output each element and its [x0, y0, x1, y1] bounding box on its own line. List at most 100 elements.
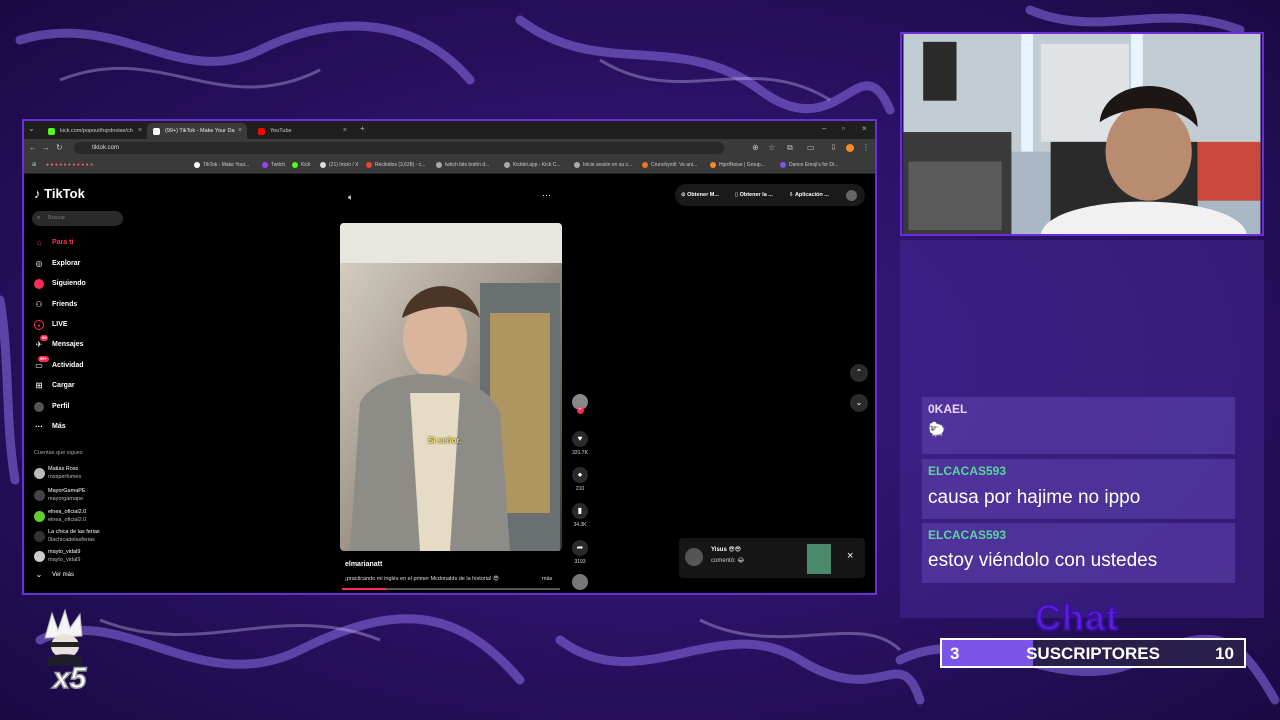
- extensions-icon[interactable]: ⧉: [787, 143, 793, 153]
- nav-live[interactable]: ● LIVE: [34, 318, 68, 332]
- nav-label: Siguiendo: [52, 280, 86, 287]
- desktop-app-button[interactable]: ⇩ Aplicación ...: [789, 188, 829, 202]
- video-progress-bar[interactable]: [342, 588, 560, 590]
- nav-para-ti[interactable]: ⌂ Para ti: [34, 236, 74, 250]
- save-button[interactable]: ▮ 34.3K: [570, 503, 590, 528]
- activity-icon: ▭: [35, 361, 43, 370]
- nav-mensajes[interactable]: ✈ 99 Mensajes: [34, 335, 84, 352]
- comment-icon: ●: [572, 467, 588, 483]
- bookmark-item[interactable]: Twitch: [262, 157, 285, 173]
- forward-icon[interactable]: →: [42, 143, 50, 152]
- new-tab-button[interactable]: +: [360, 124, 365, 133]
- next-video-button[interactable]: ⌄: [850, 394, 868, 412]
- video-options-icon[interactable]: ···: [542, 190, 551, 200]
- comment-notification[interactable]: Yisus 😎😎 comentó: 😂 ×: [679, 538, 865, 578]
- heart-icon: ♥: [572, 431, 588, 447]
- share-button[interactable]: ➦ 3193: [570, 540, 590, 565]
- back-icon[interactable]: ←: [29, 143, 37, 152]
- bookmark-star-icon[interactable]: ☆: [768, 143, 775, 152]
- creator-avatar[interactable]: +: [570, 394, 590, 414]
- close-tab-icon[interactable]: ×: [343, 123, 347, 139]
- account-handle: mayorgamape: [48, 496, 84, 502]
- like-button[interactable]: ♥ 331.7K: [570, 431, 590, 456]
- download-icon[interactable]: ⇩: [830, 143, 837, 152]
- close-window-button[interactable]: ×: [862, 124, 867, 133]
- button-label: Obtener la ...: [739, 192, 773, 198]
- account-name: La chica de las ferias: [48, 529, 100, 535]
- bookmark-item[interactable]: Inicie sesión en su c...: [574, 157, 632, 173]
- get-app-button[interactable]: ▯ Obtener la ...: [735, 188, 773, 202]
- tab-search-icon[interactable]: ⌄: [28, 124, 35, 133]
- messages-badge: 99: [40, 335, 49, 341]
- video-player[interactable]: [340, 223, 562, 551]
- activity-badge: 99+: [38, 356, 49, 362]
- kick-icon: [48, 128, 55, 135]
- nav-cargar[interactable]: ⊞ Cargar: [34, 379, 75, 393]
- bookmark-label: Kick: [301, 162, 311, 168]
- volume-icon[interactable]: 🔈︎: [348, 192, 353, 203]
- sidebar-icon[interactable]: ▭: [807, 143, 815, 152]
- bookmark-label: Kicklet.app - Kick C...: [513, 162, 561, 168]
- tab-label: YouTube: [270, 128, 292, 134]
- see-more-link[interactable]: ⌄ Ver más: [34, 568, 74, 582]
- notification-text: comentó: 😂: [711, 558, 745, 564]
- chat-text: estoy viéndolo con ustedes: [928, 550, 1158, 571]
- nav-friends[interactable]: ⚇ Friends: [34, 298, 77, 312]
- account-name: Matias Ross: [48, 466, 79, 472]
- close-icon[interactable]: ×: [847, 550, 853, 562]
- nav-explorar[interactable]: ◎ Explorar: [34, 257, 81, 271]
- more-link[interactable]: más: [542, 576, 552, 582]
- comment-button[interactable]: ● 210: [570, 467, 590, 492]
- nav-perfil[interactable]: Perfil: [34, 400, 70, 414]
- profile-avatar[interactable]: [846, 144, 854, 152]
- chevron-down-icon: ⌄: [35, 570, 43, 579]
- close-tab-icon[interactable]: ×: [138, 123, 142, 139]
- bookmark-label: TikTok - Make Your...: [203, 162, 250, 168]
- tab-youtube[interactable]: YouTube ×: [252, 123, 352, 139]
- tab-kick[interactable]: kick.com/popout/hqrdnoise/ch ×: [42, 123, 147, 139]
- follow-plus-icon[interactable]: +: [576, 407, 584, 414]
- bookmark-item[interactable]: Dance Emoji's for Di...: [780, 157, 838, 173]
- share-count: 3193: [574, 559, 586, 565]
- url-field[interactable]: tiktok.com: [74, 142, 724, 154]
- bookmark-item[interactable]: Crunchyroll: Ve ani...: [642, 157, 697, 173]
- zoom-icon[interactable]: ⊕: [752, 143, 759, 152]
- maximize-button[interactable]: ▫: [842, 124, 845, 133]
- following-account[interactable]: elnea_oficial2.0 elnea_oficial2.0: [34, 508, 86, 528]
- bookmark-icons-row[interactable]: ● ● ● ● ● ● ● ● ● ● ●: [46, 157, 93, 173]
- following-account[interactable]: MayorGamaPE mayorgamape: [34, 487, 86, 507]
- menu-icon[interactable]: ⋮: [862, 143, 870, 152]
- following-account[interactable]: La chica de las ferias 0lachicadelasferia…: [34, 528, 100, 548]
- account-handle: mayto_vidal9: [48, 557, 81, 563]
- chat-username: ELCACAS593: [928, 528, 1007, 542]
- minimize-button[interactable]: –: [822, 124, 826, 133]
- tab-tiktok[interactable]: (99+) TikTok - Make Your Da ×: [147, 123, 247, 139]
- tiktok-logo[interactable]: ♪ TikTok: [34, 186, 85, 201]
- bookmark-item[interactable]: TikTok - Make Your...: [194, 157, 249, 173]
- nav-actividad[interactable]: ▭ 99+ Actividad: [34, 356, 84, 373]
- bookmark-item[interactable]: Kick: [292, 157, 310, 173]
- close-tab-icon[interactable]: ×: [238, 123, 242, 139]
- user-avatar[interactable]: [846, 190, 857, 201]
- video-description: ¡practicando mi inglés en el primer Mcdo…: [345, 576, 499, 582]
- address-bar-row: ← → ↻ tiktok.com ⊕ ☆ ⧉ ▭ ⇩ ⋮: [24, 139, 875, 157]
- apps-icon[interactable]: ⊞: [32, 157, 36, 173]
- following-account[interactable]: mayto_vidal9 mayto_vidal9: [34, 548, 80, 568]
- following-account[interactable]: Matias Ross rossperfumes: [34, 465, 81, 485]
- bookmark-item[interactable]: Recibidos (3,628) - c...: [366, 157, 425, 173]
- video-author[interactable]: elmarianatt: [345, 561, 382, 568]
- sound-disc[interactable]: [570, 574, 590, 590]
- get-coins-button[interactable]: ⊘ Obtener M...: [681, 188, 719, 202]
- bookmark-item[interactable]: (21) Inicio / X: [320, 157, 358, 173]
- share-icon: ➦: [572, 540, 588, 556]
- chat-message: ELCACAS593 estoy viéndolo con ustedes: [922, 523, 1235, 583]
- nav-mas[interactable]: ··· Más: [34, 420, 66, 434]
- search-input[interactable]: ⌕ Buscar: [32, 211, 123, 226]
- previous-video-button[interactable]: ⌃: [850, 364, 868, 382]
- bookmark-item[interactable]: HqrdNoise | Group...: [710, 157, 765, 173]
- chat-title: Chat: [1034, 596, 1119, 639]
- nav-siguiendo[interactable]: Siguiendo: [34, 277, 86, 291]
- reload-icon[interactable]: ↻: [56, 143, 63, 152]
- bookmark-item[interactable]: Kicklet.app - Kick C...: [504, 157, 561, 173]
- bookmark-item[interactable]: twitch bits botón d...: [436, 157, 489, 173]
